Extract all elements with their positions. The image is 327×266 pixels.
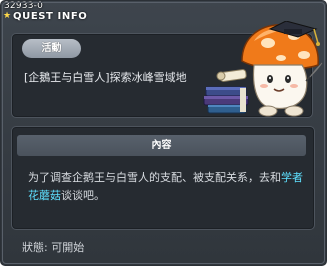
quest-state-tag: 活動: [22, 39, 81, 58]
quest-name: [企鵝王与白雪人]探索冰峰雪域地: [24, 71, 187, 84]
book-stack-icon: [203, 86, 249, 114]
quest-status: 狀態: 可開始: [22, 241, 85, 254]
quest-id-label: 32933-0: [4, 1, 44, 11]
title-star-icon: ★: [3, 11, 12, 21]
scroll-icon: [216, 69, 247, 82]
mushroom-scholar-icon: [203, 21, 323, 117]
description-text-part1: 为了调查企鹅王与白雪人的支配、被支配关系，去和: [28, 171, 281, 184]
description-text-part2: 谈谈吧。: [61, 189, 105, 202]
quest-info-window: 32933-0 ★ QUEST INFO 活動 [企鵝王与白雪人]探索冰峰雪域地: [0, 0, 327, 266]
window-title: QUEST INFO: [13, 11, 88, 22]
quest-description: 为了调查企鹅王与白雪人的支配、被支配关系，去和学者花蘑菇谈谈吧。: [28, 169, 306, 205]
content-section-header: 內容: [17, 135, 306, 156]
mushroom-body: [252, 62, 323, 117]
